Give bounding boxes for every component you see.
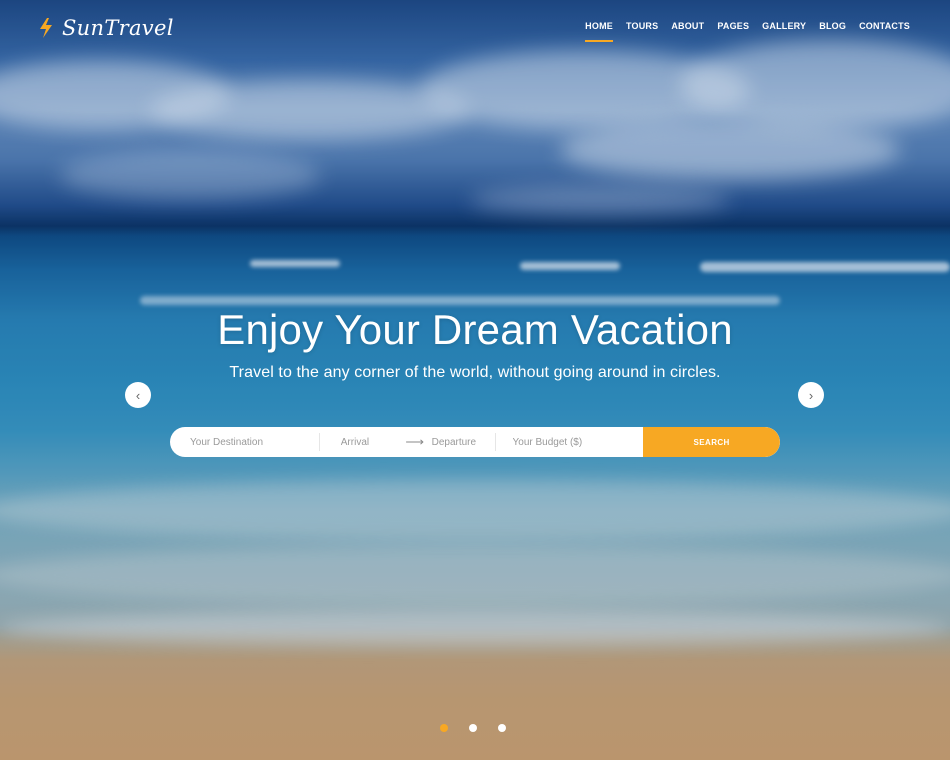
hero-title: Enjoy Your Dream Vacation (217, 306, 733, 353)
slide-dot-3[interactable] (498, 724, 506, 732)
nav-item-tours[interactable]: TOURS (626, 21, 658, 37)
departure-input[interactable] (431, 436, 495, 448)
budget-input[interactable] (512, 436, 644, 448)
nav-item-about[interactable]: ABOUT (671, 21, 704, 37)
slide-dot-1[interactable] (440, 724, 448, 732)
nav-item-home[interactable]: HOME (585, 21, 613, 42)
budget-field (496, 433, 644, 451)
destination-input[interactable] (190, 436, 319, 448)
slider-pagination (440, 724, 506, 732)
main-nav: HOME TOURS ABOUT PAGES GALLERY BLOG CONT… (585, 21, 910, 42)
logo-text: SunTravel (62, 16, 174, 40)
slide-dot-2[interactable] (469, 724, 477, 732)
sun-bolt-icon (38, 17, 54, 39)
logo[interactable]: SunTravel (38, 14, 174, 42)
destination-field (170, 433, 320, 451)
departure-field (426, 433, 496, 451)
slider-prev-button[interactable]: ‹ (125, 382, 151, 408)
nav-item-contacts[interactable]: CONTACTS (859, 21, 910, 37)
nav-item-pages[interactable]: PAGES (717, 21, 749, 37)
chevron-right-icon: › (808, 387, 814, 403)
arrival-field (320, 433, 404, 451)
arrow-right-icon: ⟶ (405, 434, 424, 449)
search-bar: ⟶ SEARCH (170, 427, 780, 457)
nav-item-gallery[interactable]: GALLERY (762, 21, 806, 37)
chevron-left-icon: ‹ (135, 387, 141, 403)
nav-item-blog[interactable]: BLOG (819, 21, 846, 37)
arrival-input[interactable] (340, 436, 404, 448)
hero-subtitle: Travel to the any corner of the world, w… (229, 364, 721, 381)
slider-next-button[interactable]: › (798, 382, 824, 408)
search-button[interactable]: SEARCH (643, 427, 780, 457)
